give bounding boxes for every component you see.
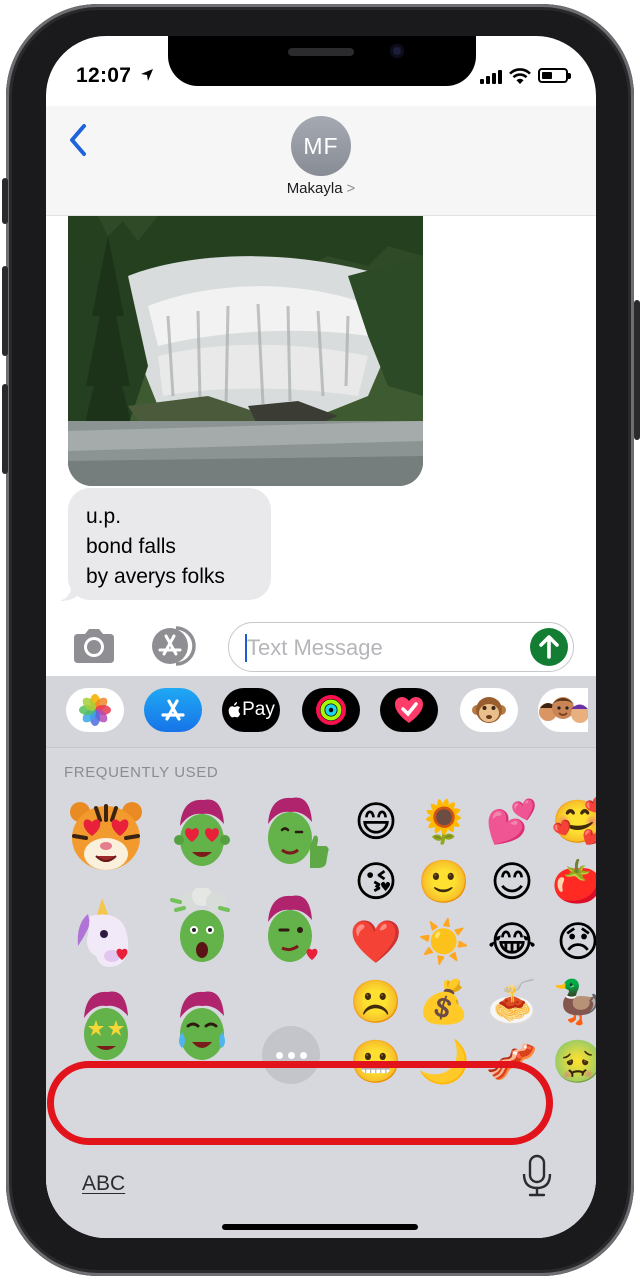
home-indicator[interactable] [222, 1224, 418, 1230]
screen: MF Makayla > 12:07 u.p. bond falls by av… [46, 36, 596, 1238]
message-bubble[interactable]: u.p. bond falls by averys folks [68, 488, 271, 600]
disappointed-face-emoji[interactable]: 😞 [550, 914, 596, 970]
memoji-heart-eyes-sticker[interactable] [162, 796, 242, 876]
send-button[interactable] [530, 628, 568, 666]
tiger-heart-eyes-sticker[interactable] [66, 796, 146, 876]
memoji-mind-blown-sticker[interactable] [162, 888, 242, 968]
memoji-star-eyes-sticker[interactable] [66, 988, 146, 1068]
imessage-app-drawer: Pay [46, 676, 596, 748]
apple-pay-label: Pay [242, 699, 275, 720]
smiling-face-emoji[interactable]: 😊 [484, 854, 540, 910]
arrow-up-icon [539, 635, 559, 659]
duck-emoji[interactable]: 🦆 [550, 974, 596, 1030]
photo-message[interactable] [68, 216, 423, 486]
conversation-header: MF Makayla > [46, 106, 596, 216]
red-heart-emoji[interactable]: ❤️ [348, 914, 404, 970]
spaghetti-emoji[interactable]: 🍝 [484, 974, 540, 1030]
location-arrow-icon [141, 69, 153, 81]
memoji-stickers-app-icon[interactable] [538, 688, 588, 732]
tomato-emoji[interactable]: 🍅 [550, 854, 596, 910]
volume-down-button [2, 384, 8, 474]
volume-up-button [2, 266, 8, 356]
apple-pay-app-icon[interactable]: Pay [222, 688, 280, 732]
sun-emoji[interactable]: ☀️ [416, 914, 472, 970]
smiling-face-with-hearts-emoji[interactable]: 🥰 [550, 794, 596, 850]
red-highlight-annotation [47, 1061, 553, 1145]
back-button[interactable] [64, 120, 94, 160]
digital-touch-app-icon[interactable] [380, 688, 438, 732]
memoji-tears-of-joy-sticker[interactable] [162, 988, 242, 1068]
contact-avatar[interactable]: MF [291, 116, 351, 176]
cellular-signal-icon [480, 70, 502, 84]
status-time: 12:07 [76, 64, 132, 87]
waterfall-photo [68, 216, 423, 486]
animoji-app-icon[interactable] [460, 688, 518, 732]
silent-switch [2, 178, 8, 224]
notch [168, 36, 476, 86]
message-text-field[interactable] [228, 622, 574, 672]
battery-icon [538, 68, 571, 83]
app-store-app-icon[interactable] [144, 688, 202, 732]
contact-name: Makayla [286, 180, 343, 197]
section-title: FREQUENTLY USED [64, 764, 219, 781]
camera-button[interactable] [70, 626, 118, 666]
two-hearts-emoji[interactable]: 💕 [484, 794, 540, 850]
microphone-icon[interactable] [520, 1154, 554, 1198]
message-line: u.p. [86, 505, 122, 528]
activity-app-icon[interactable] [302, 688, 360, 732]
camera-icon [74, 629, 114, 663]
chevron-left-icon [70, 124, 86, 156]
slightly-smiling-face-emoji[interactable]: 🙂 [416, 854, 472, 910]
side-button [634, 300, 640, 440]
message-input[interactable] [247, 633, 517, 663]
frowning-face-emoji[interactable]: ☹️ [348, 974, 404, 1030]
wifi-icon [509, 68, 531, 84]
app-store-icon [152, 626, 196, 666]
chevron-right-icon: > [346, 180, 356, 197]
message-line: by averys folks [86, 565, 225, 588]
message-line: bond falls [86, 535, 176, 558]
unicorn-heart-sticker[interactable] [66, 894, 146, 974]
apple-logo-icon [228, 702, 241, 718]
page: MF Makayla > 12:07 u.p. bond falls by av… [0, 0, 642, 1280]
abc-keyboard-switch[interactable]: ABC [82, 1172, 125, 1196]
face-blowing-kiss-emoji[interactable]: 😘 [348, 854, 404, 910]
memoji-thumbs-up-sticker[interactable] [254, 796, 334, 876]
contact-name-button[interactable]: Makayla > [46, 180, 596, 197]
app-store-button[interactable] [146, 624, 200, 668]
grinning-face-emoji[interactable]: 😄 [348, 794, 404, 850]
tears-of-joy-emoji[interactable]: 😂 [484, 914, 540, 970]
memoji-wink-heart-sticker[interactable] [254, 894, 334, 974]
sunflower-emoji[interactable]: 🌻 [416, 794, 472, 850]
nauseated-face-emoji[interactable]: 🤢 [550, 1034, 596, 1090]
money-bag-emoji[interactable]: 💰 [416, 974, 472, 1030]
photos-app-icon[interactable] [66, 688, 124, 732]
